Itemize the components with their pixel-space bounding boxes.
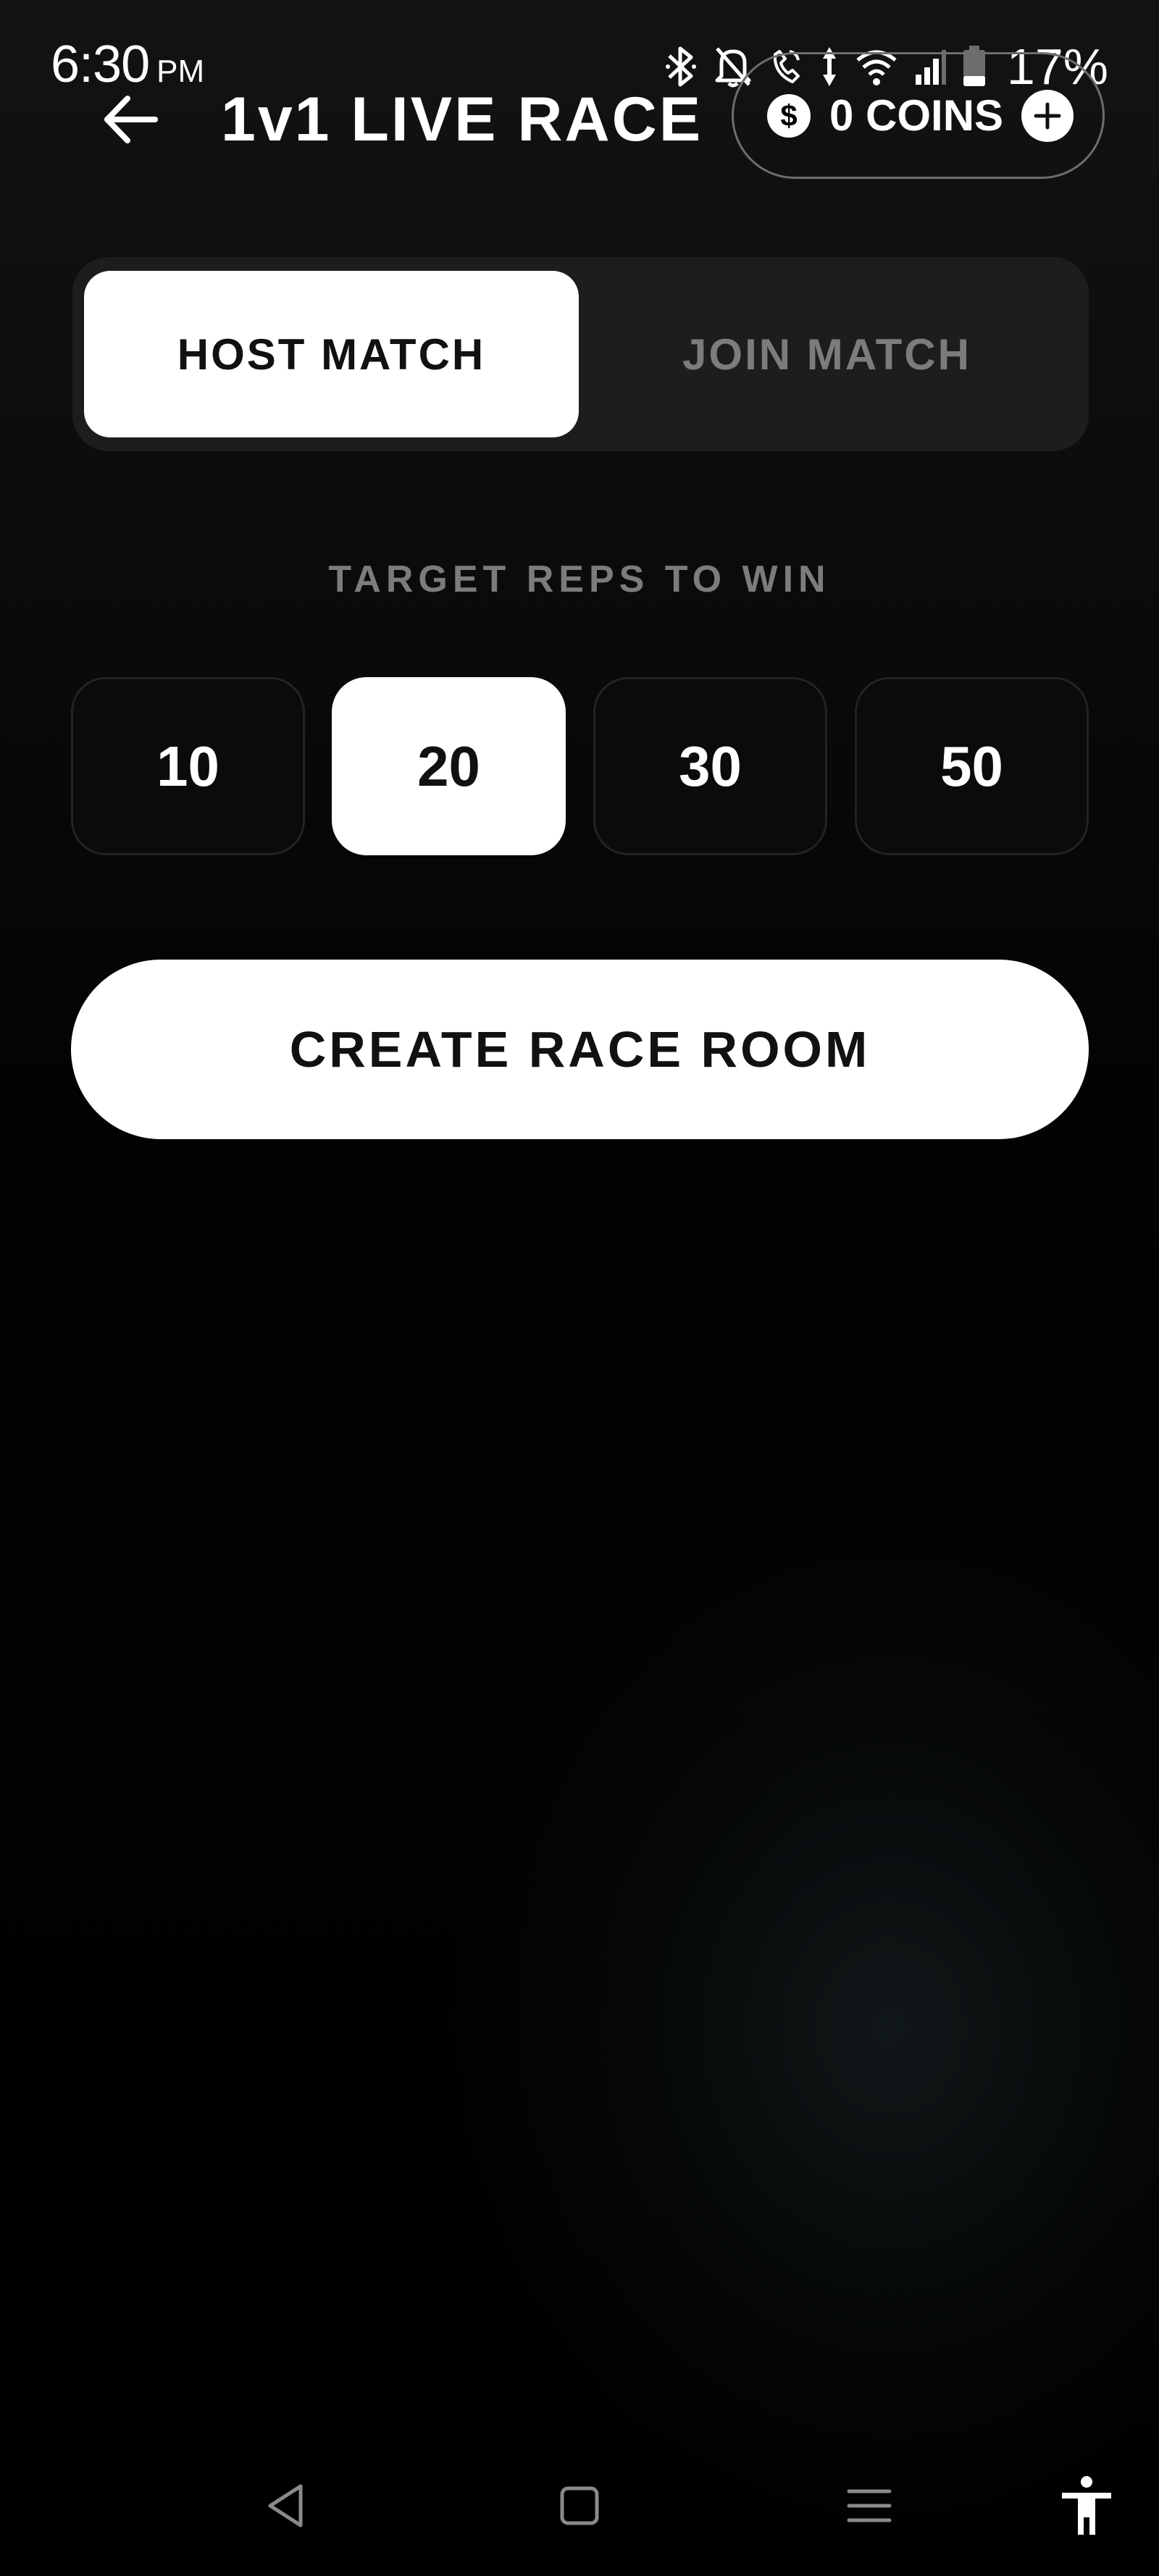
reps-option-30[interactable]: 30 <box>593 677 827 855</box>
match-mode-toggle: HOST MATCH JOIN MATCH <box>72 257 1089 451</box>
tab-host-match[interactable]: HOST MATCH <box>84 271 579 437</box>
triangle-back-icon <box>268 2484 303 2527</box>
coins-balance-button[interactable]: $ 0 COINS <box>732 52 1105 179</box>
nav-home-button[interactable] <box>536 2470 623 2542</box>
page-title: 1v1 LIVE RACE <box>221 85 703 154</box>
target-reps-label: TARGET REPS TO WIN <box>328 558 831 600</box>
add-coins-button[interactable] <box>1021 89 1074 142</box>
target-reps-options: 10 20 30 50 <box>71 677 1089 855</box>
tab-join-match[interactable]: JOIN MATCH <box>580 271 1074 437</box>
arrow-left-icon <box>104 96 158 143</box>
reps-option-20[interactable]: 20 <box>332 677 566 855</box>
reps-option-50[interactable]: 50 <box>855 677 1089 855</box>
plus-icon <box>1034 102 1061 129</box>
accessibility-button[interactable] <box>1043 2470 1130 2542</box>
reps-option-10[interactable]: 10 <box>71 677 305 855</box>
nav-recents-button[interactable] <box>826 2470 913 2542</box>
square-home-icon <box>560 2486 599 2525</box>
app-screen: 6:30 PM 17% 1v1 LIVE RACE $ 0 COINS HOST… <box>0 0 1159 2576</box>
create-race-room-button[interactable]: CREATE RACE ROOM <box>71 960 1089 1139</box>
nav-back-button[interactable] <box>243 2470 330 2542</box>
coins-balance-label: 0 COINS <box>829 91 1004 140</box>
accessibility-person-icon <box>1062 2476 1111 2535</box>
lines-recents-icon <box>847 2489 892 2522</box>
dollar-coin-icon: $ <box>767 93 811 138</box>
back-button[interactable] <box>94 83 167 156</box>
